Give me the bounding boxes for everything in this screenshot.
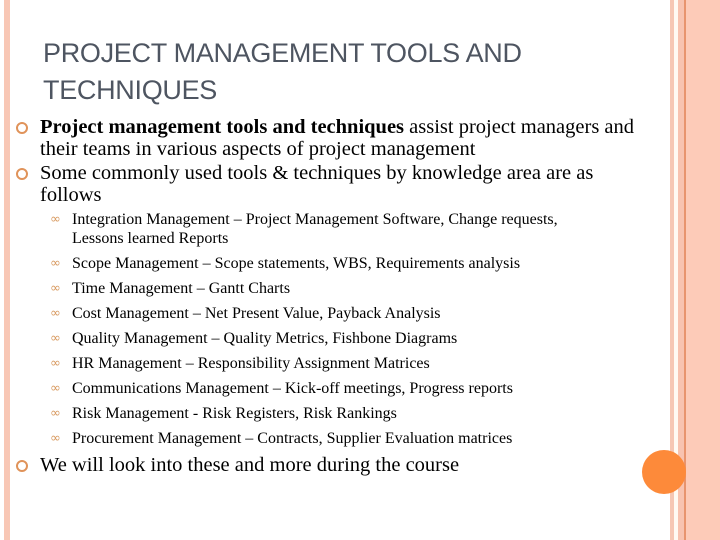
sub-bullet-text: Risk Management - Risk Registers, Risk R…	[72, 405, 397, 422]
bullet-item: Some commonly used tools & techniques by…	[0, 162, 690, 206]
curl-icon: ∞	[50, 356, 61, 371]
sub-bullet-item: ∞ Scope Management – Scope statements, W…	[0, 254, 672, 273]
sub-bullet-text: Time Management – Gantt Charts	[72, 280, 291, 297]
sub-bullet-text: Scope Management – Scope statements, WBS…	[72, 255, 521, 272]
sub-bullet-item: ∞ Procurement Management – Contracts, Su…	[0, 429, 672, 448]
sub-bullet-item: ∞ Quality Management – Quality Metrics, …	[0, 329, 672, 348]
sub-bullet-text: HR Management – Responsibility Assignmen…	[72, 355, 430, 372]
sub-bullet-text: Quality Management – Quality Metrics, Fi…	[72, 330, 458, 347]
curl-icon: ∞	[50, 406, 61, 421]
curl-icon: ∞	[50, 281, 61, 296]
sub-bullet-text: Integration Management – Project Managem…	[72, 211, 558, 228]
curl-icon: ∞	[50, 256, 61, 271]
sub-bullet-text: Communications Management – Kick-off mee…	[72, 380, 513, 397]
bullet-bold-text: Project management tools and techniques	[40, 116, 405, 138]
hollow-circle-icon	[16, 122, 28, 134]
bullet-text-continued: their teams in various aspects of projec…	[40, 138, 476, 160]
sub-bullet-text: Cost Management – Net Present Value, Pay…	[72, 305, 441, 322]
sub-bullet-text: Procurement Management – Contracts, Supp…	[72, 430, 513, 447]
sub-bullet-item: ∞ Risk Management - Risk Registers, Risk…	[0, 404, 672, 423]
sub-bullet-list: ∞ Integration Management – Project Manag…	[0, 210, 690, 448]
bullet-text: Some commonly used tools & techniques by…	[40, 162, 594, 184]
curl-icon: ∞	[50, 431, 61, 446]
sub-bullet-text-continued: Lessons learned Reports	[72, 230, 229, 247]
sub-bullet-item: ∞ HR Management – Responsibility Assignm…	[0, 354, 672, 373]
bullet-item: We will look into these and more during …	[0, 454, 690, 476]
sub-bullet-item: ∞ Time Management – Gantt Charts	[0, 279, 672, 298]
bullet-text: We will look into these and more during …	[40, 454, 460, 476]
orange-circle-decoration	[642, 450, 686, 494]
sub-bullet-item: ∞ Integration Management – Project Manag…	[0, 210, 672, 248]
sub-bullet-item: ∞ Communications Management – Kick-off m…	[0, 379, 672, 398]
curl-icon: ∞	[50, 306, 61, 321]
curl-icon: ∞	[50, 331, 61, 346]
curl-icon: ∞	[50, 212, 61, 227]
slide-title: PROJECT MANAGEMENT TOOLS AND TECHNIQUES	[43, 35, 643, 109]
bullet-text-continued: follows	[40, 184, 102, 206]
title-line-2: TECHNIQUES	[43, 75, 218, 105]
slide-content: Project management tools and techniques …	[0, 116, 690, 478]
curl-icon: ∞	[50, 381, 61, 396]
bullet-text: assist project managers and	[404, 116, 635, 138]
stripe	[686, 0, 720, 540]
sub-bullet-item: ∞ Cost Management – Net Present Value, P…	[0, 304, 672, 323]
hollow-circle-icon	[16, 460, 28, 472]
title-line-1: PROJECT MANAGEMENT TOOLS AND	[43, 38, 522, 68]
hollow-circle-icon	[16, 168, 28, 180]
bullet-item: Project management tools and techniques …	[0, 116, 690, 160]
